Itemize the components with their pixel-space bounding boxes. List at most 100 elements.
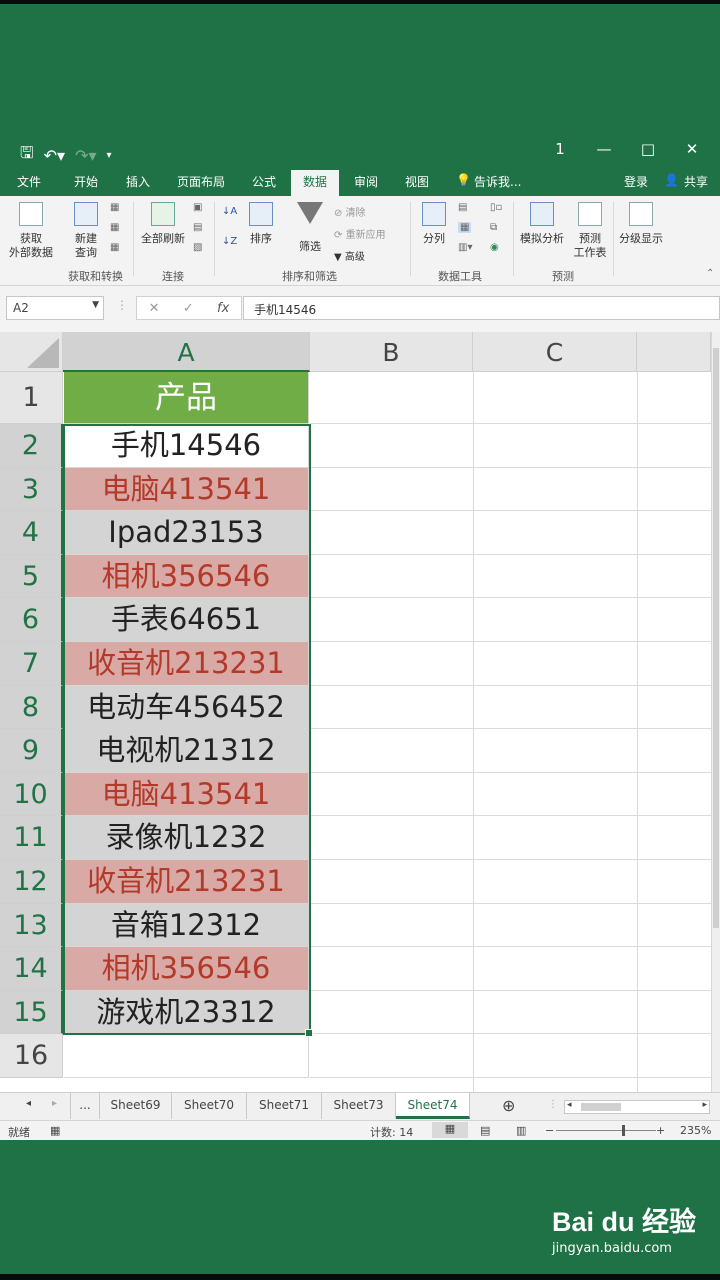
table-cell[interactable]: 电脑413541 [64, 467, 309, 512]
table-cell[interactable]: 音箱12312 [64, 903, 309, 948]
collapse-ribbon-icon[interactable]: ⌃ [706, 268, 714, 279]
from-table-icon[interactable]: ▦ [110, 222, 119, 233]
data-model-icon[interactable]: ◉ [490, 242, 499, 253]
enter-icon[interactable]: ✓ [183, 301, 194, 316]
share-button[interactable]: 共享 [684, 173, 708, 190]
sheet-tab[interactable]: Sheet69 [100, 1093, 172, 1119]
undo-icon[interactable]: ↶▾ [44, 146, 65, 165]
row-header[interactable]: 16 [0, 1034, 63, 1078]
row-header[interactable]: 14 [0, 947, 63, 991]
horizontal-scrollbar[interactable]: ◂ ▸ [564, 1100, 710, 1114]
scroll-right-icon[interactable]: ▸ [702, 1100, 707, 1110]
table-cell[interactable] [64, 1034, 309, 1078]
table-cell[interactable]: Ipad23153 [64, 511, 309, 555]
remove-duplicates-icon[interactable]: ▦ [458, 222, 472, 233]
sort-az-icon[interactable]: ↓A [222, 206, 237, 217]
column-header-b[interactable]: B [310, 332, 473, 372]
forecast-sheet-button[interactable]: 预测 工作表 [570, 202, 610, 260]
column-header-d[interactable] [637, 332, 711, 372]
reapply-filter-button[interactable]: ⟳ 重新应用 [334, 226, 386, 241]
table-cell[interactable]: 手机14546 [64, 424, 309, 468]
tab-view[interactable]: 视图 [405, 173, 429, 190]
row-header[interactable]: 5 [0, 554, 63, 599]
customize-qat-icon[interactable]: ▾ [107, 150, 112, 161]
tab-page-layout[interactable]: 页面布局 [177, 173, 225, 190]
row-header[interactable]: 1 [0, 372, 63, 424]
select-all-button[interactable] [0, 332, 63, 372]
table-cell[interactable]: 电动车456452 [64, 685, 309, 730]
what-if-analysis-button[interactable]: 模拟分析 [518, 202, 566, 246]
zoom-slider-thumb[interactable] [622, 1125, 625, 1136]
table-cell[interactable]: 相机356546 [64, 554, 309, 599]
table-cell[interactable]: 电脑413541 [64, 772, 309, 817]
formula-input[interactable]: 手机14546 [243, 296, 720, 320]
text-to-columns-button[interactable]: 分列 [416, 202, 452, 246]
tab-data[interactable]: 数据 [291, 170, 340, 196]
clear-filter-button[interactable]: ⊘ 清除 [334, 204, 366, 219]
restore-button[interactable]: □ [626, 140, 670, 158]
scroll-thumb[interactable] [713, 348, 719, 928]
page-break-view-icon[interactable]: ▥ [516, 1124, 526, 1137]
redo-icon[interactable]: ↷▾ [75, 146, 96, 165]
relationships-icon[interactable]: ⧉ [490, 222, 497, 233]
normal-view-icon[interactable]: ▦ [432, 1122, 468, 1138]
row-header[interactable]: 9 [0, 729, 63, 773]
row-header[interactable]: 15 [0, 990, 63, 1035]
zoom-out-icon[interactable]: − [545, 1124, 554, 1137]
insert-function-icon[interactable]: fx [217, 301, 229, 316]
recent-sources-icon[interactable]: ▦ [110, 242, 119, 253]
zoom-level[interactable]: 235% [680, 1124, 711, 1137]
save-icon[interactable]: 🖫 [20, 142, 34, 169]
minimize-button[interactable]: 1 [538, 140, 582, 158]
tell-me-box[interactable]: 告诉我... [474, 173, 521, 190]
new-query-button[interactable]: 新建 查询 [66, 202, 106, 260]
scroll-thumb[interactable] [581, 1103, 621, 1111]
sort-za-icon[interactable]: ↓Z [222, 236, 237, 247]
column-header-a[interactable]: A [63, 332, 310, 372]
row-header[interactable]: 12 [0, 860, 63, 904]
column-header-c[interactable]: C [473, 332, 637, 372]
cancel-icon[interactable]: ✕ [149, 301, 160, 316]
scroll-left-icon[interactable]: ◂ [567, 1100, 572, 1110]
flash-fill-icon[interactable]: ▤ [458, 202, 467, 213]
get-external-data-button[interactable]: 获取 外部数据 [4, 202, 58, 260]
sheet-tab[interactable]: Sheet71 [247, 1093, 322, 1119]
header-cell[interactable]: 产品 [64, 372, 309, 424]
zoom-slider[interactable] [556, 1130, 656, 1131]
table-cell[interactable]: 收音机213231 [64, 860, 309, 904]
row-header[interactable]: 11 [0, 816, 63, 860]
row-header[interactable]: 3 [0, 467, 63, 512]
sort-button[interactable]: 排序 [244, 202, 278, 246]
row-header[interactable]: 4 [0, 511, 63, 555]
close-button[interactable]: ✕ [670, 140, 714, 158]
table-cell[interactable]: 收音机213231 [64, 642, 309, 686]
table-cell[interactable]: 录像机1232 [64, 816, 309, 860]
tab-formulas[interactable]: 公式 [252, 173, 276, 190]
sheet-tab[interactable]: Sheet73 [322, 1093, 396, 1119]
row-header[interactable]: 6 [0, 598, 63, 642]
minimize-button-2[interactable]: — [582, 140, 626, 158]
outline-button[interactable]: 分级显示 [616, 202, 666, 246]
tab-split-handle[interactable]: ⋮ [548, 1099, 558, 1110]
sheet-tab-active[interactable]: Sheet74 [396, 1093, 470, 1119]
refresh-all-button[interactable]: 全部刷新 [138, 202, 188, 246]
name-box[interactable]: A2 ▼ [6, 296, 104, 320]
table-cell[interactable]: 相机356546 [64, 947, 309, 991]
page-layout-view-icon[interactable]: ▤ [480, 1124, 490, 1137]
properties-icon[interactable]: ▤ [193, 222, 202, 233]
sheet-overflow[interactable]: ... [70, 1093, 100, 1119]
row-header[interactable]: 8 [0, 685, 63, 730]
vertical-scrollbar[interactable] [711, 332, 720, 1092]
table-cell[interactable]: 游戏机23312 [64, 990, 309, 1035]
advanced-filter-button[interactable]: ▼ 高级 [334, 248, 365, 263]
edit-links-icon[interactable]: ▧ [193, 242, 202, 253]
row-header[interactable]: 2 [0, 424, 63, 468]
tab-insert[interactable]: 插入 [126, 173, 150, 190]
consolidate-icon[interactable]: ▯▫ [490, 202, 502, 213]
row-header[interactable]: 13 [0, 903, 63, 948]
login-link[interactable]: 登录 [624, 173, 648, 190]
connections-icon[interactable]: ▣ [193, 202, 202, 213]
show-queries-icon[interactable]: ▦ [110, 202, 119, 213]
row-header[interactable]: 7 [0, 642, 63, 686]
zoom-in-icon[interactable]: + [656, 1124, 665, 1137]
